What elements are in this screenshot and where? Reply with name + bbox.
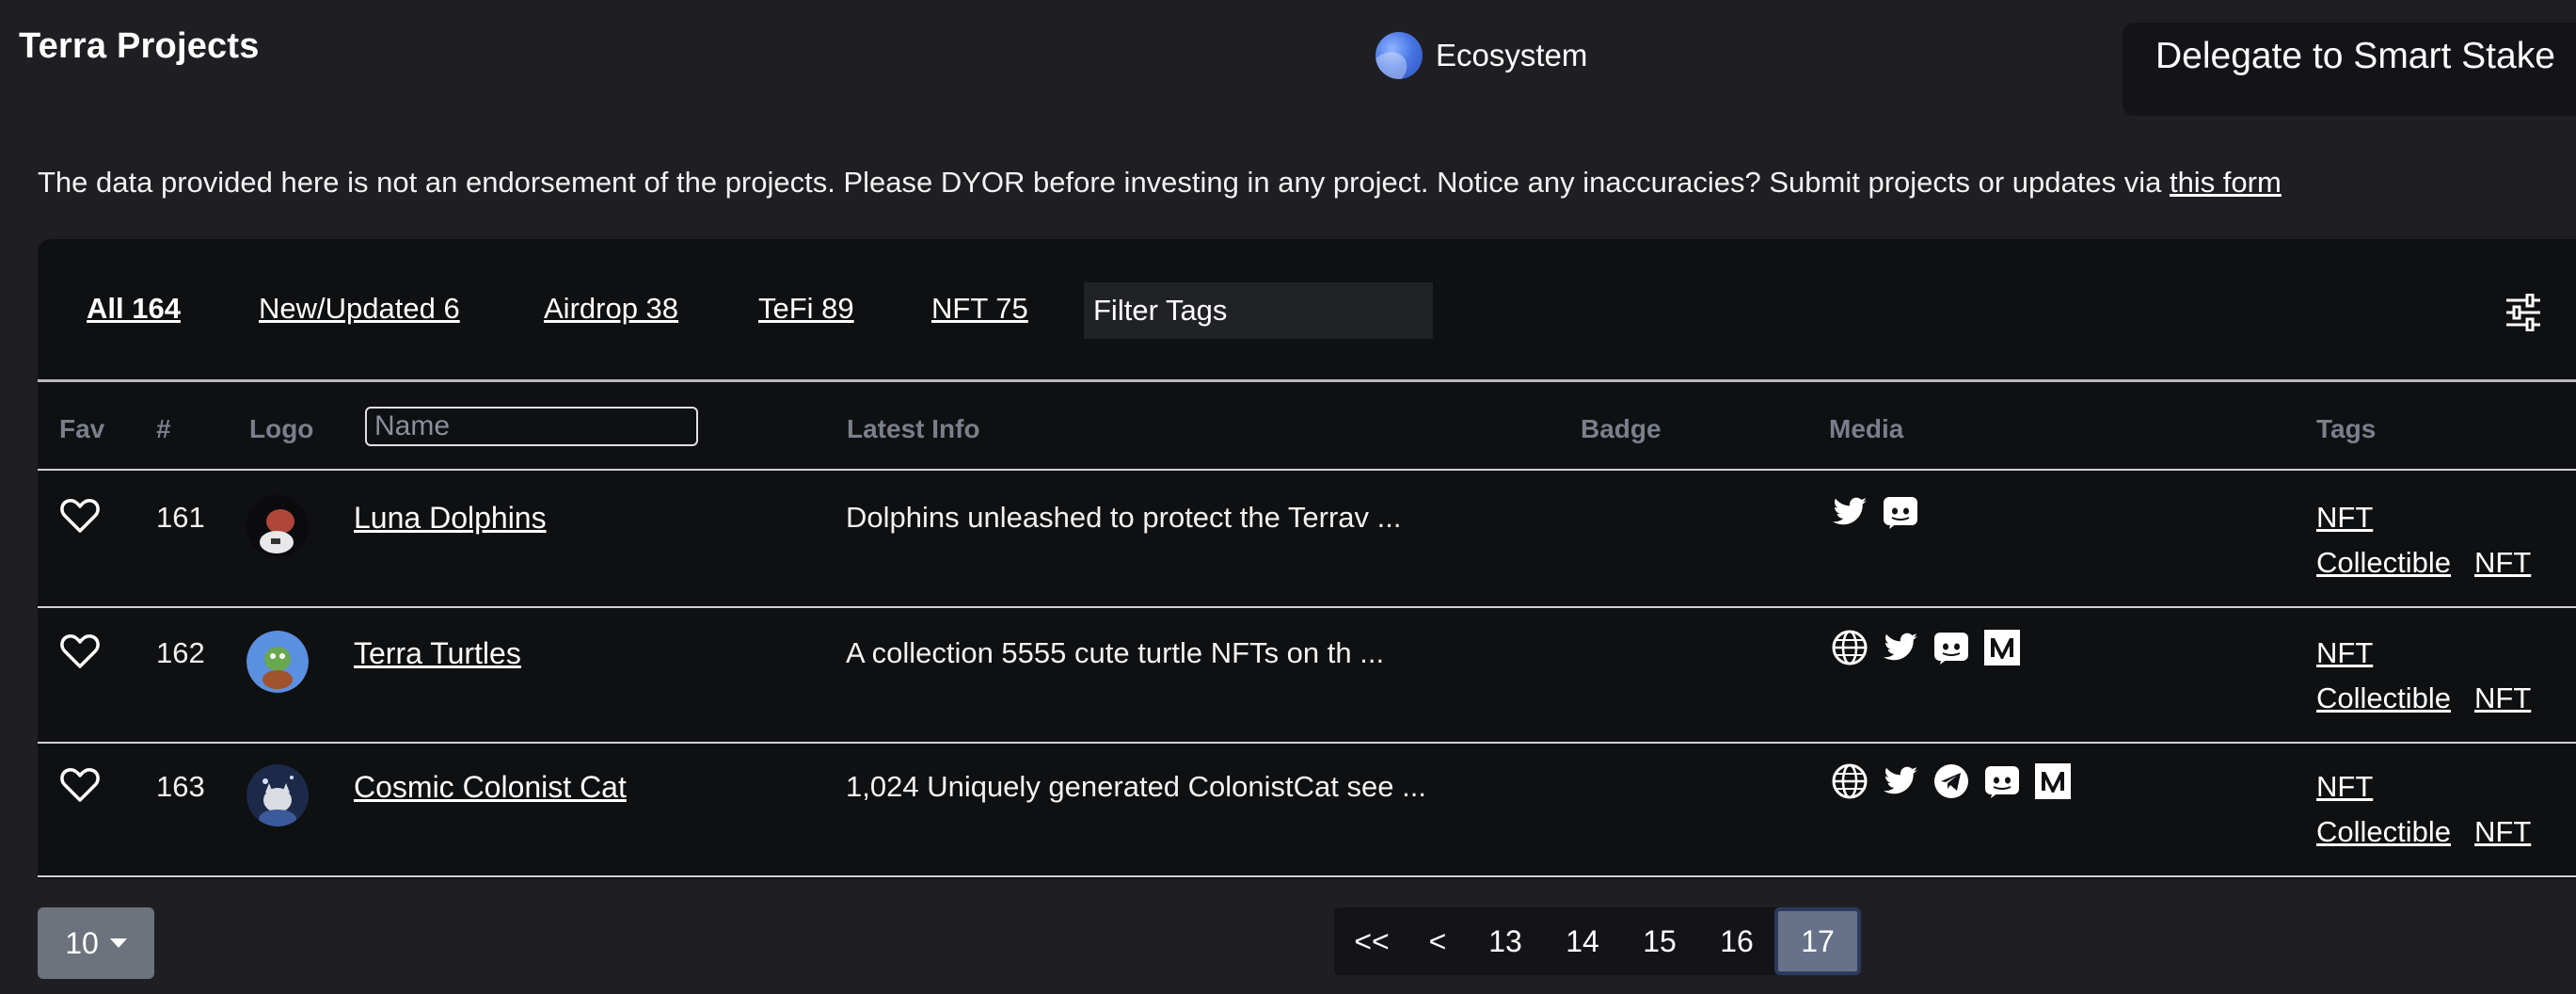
discord-icon[interactable] bbox=[1932, 629, 1970, 666]
medium-icon[interactable] bbox=[2034, 762, 2072, 800]
header-media: Media bbox=[1829, 414, 1904, 443]
tag-link[interactable]: Collectible bbox=[2316, 681, 2451, 715]
tag-link[interactable]: NFT bbox=[2316, 636, 2373, 670]
tag-link[interactable]: Collectible bbox=[2316, 546, 2451, 580]
tab-nft[interactable]: NFT 75 bbox=[931, 292, 1028, 326]
header-tags: Tags bbox=[2316, 414, 2377, 443]
first-page-button[interactable]: << bbox=[1334, 907, 1409, 975]
row-number: 163 bbox=[156, 770, 205, 803]
project-name-link[interactable]: Luna Dolphins bbox=[354, 501, 547, 536]
twitter-icon[interactable] bbox=[1882, 762, 1919, 800]
tag-link[interactable]: Collectible bbox=[2316, 815, 2451, 849]
website-icon[interactable] bbox=[1831, 762, 1868, 800]
heart-icon[interactable] bbox=[60, 766, 100, 804]
projects-panel: All 164 New/Updated 6 Airdrop 38 TeFi 89… bbox=[38, 239, 2576, 879]
latest-info: 1,024 Uniquely generated ColonistCat see… bbox=[846, 770, 1426, 803]
tab-tefi[interactable]: TeFi 89 bbox=[758, 292, 854, 326]
page-title: Terra Projects bbox=[19, 26, 260, 66]
project-name-link[interactable]: Cosmic Colonist Cat bbox=[354, 770, 627, 805]
project-logo bbox=[246, 495, 309, 557]
page-button-16[interactable]: 16 bbox=[1699, 907, 1774, 975]
heart-icon[interactable] bbox=[60, 633, 100, 670]
tag-link[interactable]: NFT bbox=[2316, 501, 2373, 535]
discord-icon[interactable] bbox=[1882, 493, 1919, 531]
header-number[interactable]: # bbox=[156, 414, 171, 444]
latest-info: Dolphins unleashed to protect the Terrav… bbox=[846, 501, 1402, 534]
filter-tags-input[interactable] bbox=[1084, 282, 1433, 339]
tag-link[interactable]: NFT bbox=[2474, 681, 2531, 715]
twitter-icon[interactable] bbox=[1882, 629, 1919, 666]
table-row[interactable]: 161 Luna Dolphins Dolphins unleashed to … bbox=[38, 473, 2576, 608]
disclaimer-text: The data provided here is not an endorse… bbox=[38, 166, 2170, 199]
table-header: Fav # Logo Latest Info Badge Media Tags bbox=[38, 382, 2576, 471]
tab-bar: All 164 New/Updated 6 Airdrop 38 TeFi 89… bbox=[38, 239, 2576, 382]
project-name-link[interactable]: Terra Turtles bbox=[354, 636, 521, 671]
header-fav[interactable]: Fav bbox=[59, 414, 104, 444]
page-button-17[interactable]: 17 bbox=[1774, 907, 1861, 975]
table-row[interactable]: 162 Terra Turtles A collection 5555 cute… bbox=[38, 608, 2576, 744]
table-row[interactable]: 163 Cosmic Colonist Cat 1,024 Uniquely g… bbox=[38, 742, 2576, 877]
page-button-14[interactable]: 14 bbox=[1545, 907, 1620, 975]
header-latest-info: Latest Info bbox=[847, 414, 980, 443]
delegate-button[interactable]: Delegate to Smart Stake bbox=[2123, 23, 2576, 116]
submit-form-link[interactable]: this form bbox=[2170, 166, 2282, 199]
media-links bbox=[1831, 629, 2021, 666]
media-links bbox=[1831, 762, 2072, 800]
medium-icon[interactable] bbox=[1983, 629, 2021, 666]
project-logo bbox=[246, 764, 309, 826]
header-badge: Badge bbox=[1581, 414, 1662, 443]
sliders-icon[interactable] bbox=[2504, 294, 2542, 331]
disclaimer-notice: The data provided here is not an endorse… bbox=[38, 166, 2282, 200]
project-logo bbox=[246, 631, 309, 693]
twitter-icon[interactable] bbox=[1831, 493, 1868, 531]
prev-page-button[interactable]: < bbox=[1409, 907, 1466, 975]
page-button-13[interactable]: 13 bbox=[1466, 907, 1545, 975]
page-button-15[interactable]: 15 bbox=[1620, 907, 1699, 975]
name-search-input[interactable] bbox=[365, 407, 698, 446]
tab-new-updated[interactable]: New/Updated 6 bbox=[259, 292, 460, 326]
tab-airdrop[interactable]: Airdrop 38 bbox=[544, 292, 678, 326]
ecosystem-label: Ecosystem bbox=[1436, 38, 1588, 72]
ecosystem-link[interactable]: Ecosystem bbox=[1375, 32, 1587, 79]
website-icon[interactable] bbox=[1831, 629, 1868, 666]
terra-logo-icon bbox=[1375, 32, 1423, 79]
heart-icon[interactable] bbox=[60, 497, 100, 535]
tag-link[interactable]: NFT bbox=[2474, 546, 2531, 580]
tag-link[interactable]: NFT bbox=[2316, 770, 2373, 804]
header-logo: Logo bbox=[249, 414, 314, 443]
media-links bbox=[1831, 493, 1919, 531]
row-number: 161 bbox=[156, 501, 205, 534]
page-size-dropdown[interactable]: 10 bbox=[38, 907, 154, 979]
tab-all[interactable]: All 164 bbox=[87, 292, 181, 326]
row-number: 162 bbox=[156, 636, 205, 669]
latest-info: A collection 5555 cute turtle NFTs on th… bbox=[846, 636, 1385, 669]
tag-link[interactable]: NFT bbox=[2474, 815, 2531, 849]
discord-icon[interactable] bbox=[1983, 762, 2021, 800]
pagination: << < 13 14 15 16 17 bbox=[1334, 907, 1861, 975]
telegram-icon[interactable] bbox=[1932, 762, 1970, 800]
page-size-value: 10 bbox=[65, 925, 99, 960]
caret-down-icon bbox=[109, 938, 127, 948]
